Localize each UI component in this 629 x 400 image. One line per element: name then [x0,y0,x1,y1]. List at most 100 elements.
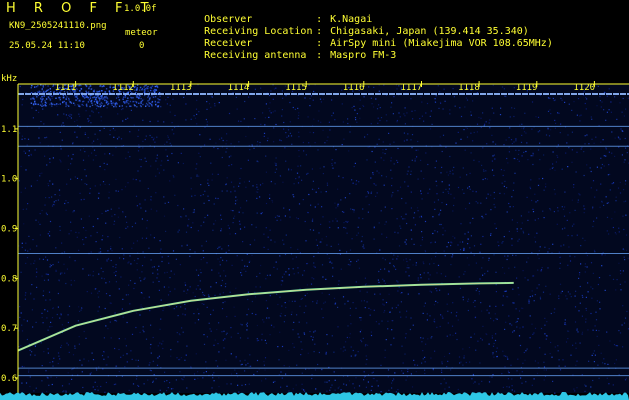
noise-speck [502,386,504,388]
noise-speck [167,136,169,138]
burst-speck [115,106,117,108]
noise-speck [62,122,64,124]
noise-speck [204,144,206,146]
noise-speck [249,149,251,151]
noise-speck [140,306,142,308]
noise-speck [300,165,302,167]
noise-speck [357,232,359,234]
noise-speck [593,361,595,363]
noise-speck [331,384,333,386]
noise-speck [32,117,34,119]
noise-speck [439,91,441,93]
noise-speck [539,130,541,132]
noise-speck [176,306,178,308]
noise-speck [298,131,300,133]
burst-speck [101,85,103,88]
noise-speck [308,84,310,86]
noise-speck [30,154,32,156]
noise-speck [403,259,405,261]
noise-speck [172,175,174,177]
noise-speck [211,179,213,181]
noise-speck [393,96,395,98]
noise-speck [541,267,543,269]
noise-speck [395,268,397,270]
noise-speck [543,189,545,191]
noise-speck [399,311,401,313]
noise-speck [100,267,102,269]
noise-speck [103,337,105,339]
noise-speck [152,360,154,362]
noise-speck [511,238,513,240]
noise-speck [218,377,220,379]
noise-speck [585,108,587,110]
noise-speck [326,184,329,186]
noise-speck [241,269,243,271]
noise-speck [259,141,261,144]
noise-speck [222,302,224,304]
noise-speck [213,344,215,346]
x-tick-label: 1113 [170,83,192,93]
noise-speck [71,368,73,371]
noise-speck [575,171,577,173]
noise-speck [114,347,116,350]
noise-speck [140,159,142,161]
noise-speck [125,157,127,159]
noise-speck [193,115,195,117]
noise-speck [596,217,598,219]
noise-speck [526,142,528,144]
burst-speck [87,97,89,99]
noise-speck [410,173,412,175]
noise-speck [564,323,566,325]
noise-speck [478,161,480,163]
noise-speck [230,155,232,157]
noise-speck [428,278,430,280]
noise-speck [461,189,464,191]
noise-speck [298,203,301,205]
noise-speck [598,344,600,346]
noise-speck [141,271,143,273]
noise-speck [543,154,545,156]
noise-speck [58,189,61,191]
burst-speck [85,90,87,92]
noise-speck [257,141,259,143]
noise-speck [161,343,163,345]
noise-speck [71,378,73,380]
noise-speck [105,381,107,384]
noise-speck [100,116,102,118]
noise-speck [381,175,383,177]
noise-speck [373,86,375,88]
noise-speck [51,97,53,99]
noise-speck [538,178,540,180]
noise-speck [601,265,603,267]
noise-speck [331,164,333,166]
noise-speck [621,130,623,132]
noise-speck [47,352,49,354]
noise-speck [154,141,156,143]
noise-speck [74,131,76,133]
noise-speck [155,160,157,162]
noise-speck [434,98,436,100]
noise-speck [44,309,46,311]
noise-speck [222,339,224,341]
noise-speck [294,300,296,302]
noise-speck [20,191,22,193]
noise-speck [173,273,175,275]
noise-speck [433,320,435,322]
noise-speck [527,219,529,221]
noise-speck [98,112,100,114]
noise-speck [315,388,317,390]
noise-speck [436,185,438,187]
noise-speck [441,371,443,373]
noise-speck [423,305,425,307]
noise-speck [349,131,351,133]
noise-speck [22,208,24,210]
noise-speck [364,307,366,309]
noise-speck [591,118,593,120]
noise-speck [99,165,101,168]
noise-speck [480,117,482,119]
noise-speck [158,280,160,283]
noise-speck [625,180,627,182]
noise-speck [452,334,454,336]
burst-speck [43,104,45,107]
noise-speck [557,210,559,212]
